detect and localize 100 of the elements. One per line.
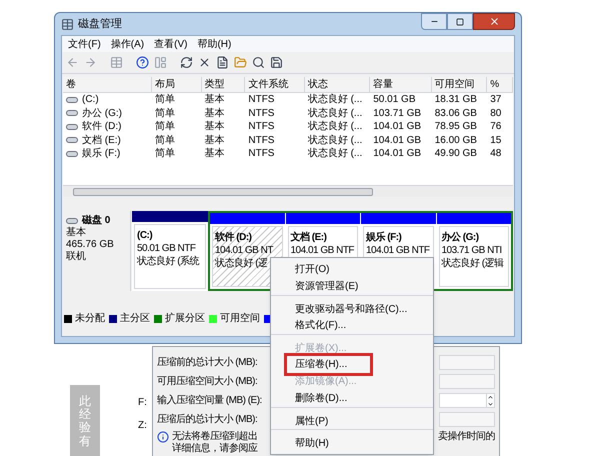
text-fragment: Z: xyxy=(138,419,147,433)
refresh-icon[interactable] xyxy=(180,56,193,69)
table-cell: 状态良好 (... xyxy=(308,134,362,147)
search-icon[interactable] xyxy=(252,56,265,69)
column-header[interactable]: 布局 xyxy=(152,77,202,92)
folder-icon[interactable] xyxy=(234,56,247,69)
disk-status: 联机 xyxy=(66,251,86,263)
delete-icon[interactable] xyxy=(198,56,211,69)
disk-app-icon xyxy=(61,18,74,30)
drive-icon xyxy=(66,124,78,130)
column-header[interactable]: 卷 xyxy=(63,77,152,92)
partition-block[interactable]: 软件 (D:) 104.01 GB NT 状态良好 (逻 xyxy=(210,213,284,289)
table-cell: 基本 xyxy=(204,134,225,147)
table-cell: 状态良好 (... xyxy=(308,120,362,134)
partition-label: 娱乐 (F:) xyxy=(366,231,402,244)
partition-block[interactable]: (C:) 50.01 GB NTF 状态良好 (系统 xyxy=(132,211,208,291)
disk-size: 465.76 GB xyxy=(66,239,114,250)
text-fragment: F: xyxy=(138,396,147,410)
partition-size: 104.01 GB NTF xyxy=(366,244,430,257)
column-header[interactable]: 容量 xyxy=(370,77,432,92)
column-header[interactable]: 文件系统 xyxy=(245,77,305,92)
partition-label: 文档 (E:) xyxy=(290,231,326,244)
table-cell: NTFS xyxy=(248,120,274,134)
table-cell: 软件 (D:) xyxy=(82,120,122,134)
menu-item[interactable]: 操作(A) xyxy=(110,36,144,52)
table-cell: 基本 xyxy=(204,120,225,134)
table-cell: 78.95 GB xyxy=(434,120,477,134)
drive-icon xyxy=(66,218,78,224)
partition-status: 状态良好 (系统 xyxy=(137,255,200,268)
spin-down-icon[interactable] xyxy=(487,400,494,407)
menu-item[interactable]: 删除卷(D)... xyxy=(271,390,433,407)
field-label: 可用压缩空间大小 (MB): xyxy=(157,374,258,389)
partition-label: 软件 (D:) xyxy=(215,231,252,244)
spin-up-icon[interactable] xyxy=(487,394,494,400)
table-cell: NTFS xyxy=(248,147,274,160)
table-cell: 基本 xyxy=(204,147,225,160)
table-cell: 简单 xyxy=(155,93,176,106)
table-cell: (C:) xyxy=(82,93,99,106)
column-header[interactable]: 类型 xyxy=(202,77,246,92)
table-cell: 104.01 GB xyxy=(373,134,422,147)
table-cell: 状态良好 (... xyxy=(308,93,362,106)
partition-label: 办公 (G:) xyxy=(442,231,479,244)
column-header[interactable]: 可用空间 xyxy=(432,77,488,92)
table-cell: 50.01 GB xyxy=(373,93,416,106)
legend-label: 未分配 xyxy=(75,312,105,326)
menu-item[interactable]: 格式化(F)... xyxy=(271,317,433,334)
menu-item[interactable]: 更改驱动器号和路径(C)... xyxy=(271,295,433,317)
info-text: 无法将卷压缩到超出 xyxy=(172,431,258,442)
close-button[interactable] xyxy=(473,13,515,30)
legend-label: 可用空间 xyxy=(220,312,260,326)
column-header[interactable]: 状态 xyxy=(304,77,370,92)
menu-item[interactable]: 帮助(H) xyxy=(271,429,433,451)
table-cell: 基本 xyxy=(204,106,225,120)
disk-type: 基本 xyxy=(66,227,86,239)
table-cell: 娱乐 (F:) xyxy=(82,147,120,160)
table-cell: 18.31 GB xyxy=(434,93,477,106)
menu-item[interactable]: 文件(F) xyxy=(68,36,101,52)
table-cell: NTFS xyxy=(248,106,274,120)
field-label: 输入压缩空间量 (MB) (E): xyxy=(157,394,262,408)
partition-size: 104.01 GB NTF xyxy=(290,244,354,257)
column-header[interactable]: % xyxy=(487,77,513,92)
partition-size: 50.01 GB NTF xyxy=(137,242,196,255)
table-cell: 基本 xyxy=(204,93,225,106)
field-label: 压缩后的总计大小 (MB): xyxy=(157,412,258,427)
menu-item[interactable]: 压缩卷(H)... xyxy=(271,356,433,373)
partition-label: (C:) xyxy=(137,229,152,242)
partition-size: 104.01 GB NT xyxy=(215,244,273,257)
field-label: 压缩前的总计大小 (MB): xyxy=(157,356,258,370)
size-field[interactable] xyxy=(439,393,495,408)
legend-label: 扩展分区 xyxy=(165,312,205,326)
table-cell: 103.71 GB xyxy=(373,106,422,120)
info-icon xyxy=(157,431,169,443)
maximize-icon xyxy=(456,18,464,26)
partition-block[interactable]: 办公 (G:) 103.71 GB NTI 状态良好 (逻辑 xyxy=(436,213,511,289)
table-cell: NTFS xyxy=(248,134,274,147)
menu-item[interactable]: 帮助(H) xyxy=(197,36,232,52)
maximize-button[interactable] xyxy=(447,13,473,30)
table-cell: 80 xyxy=(490,106,502,120)
partition-size: 103.71 GB NTI xyxy=(442,244,502,257)
table-cell: 状态良好 (... xyxy=(308,147,362,160)
table-cell: 简单 xyxy=(155,120,176,134)
disk-name: 磁盘 0 xyxy=(82,215,110,226)
table-cell: 简单 xyxy=(155,134,176,147)
drive-icon xyxy=(66,150,78,157)
table-cell: 15 xyxy=(490,134,502,147)
table-cell: 83.06 GB xyxy=(434,106,477,120)
horizontal-scrollbar[interactable] xyxy=(63,185,513,197)
table-cell: 简单 xyxy=(155,147,176,160)
drive-icon xyxy=(66,96,78,103)
info-text: 卖操作时间的 xyxy=(438,431,495,443)
table-cell: NTFS xyxy=(248,93,274,106)
table-cell: 办公 (G:) xyxy=(82,106,122,120)
menu-item[interactable]: 查看(V) xyxy=(154,36,188,52)
menu-item[interactable]: 属性(P) xyxy=(271,407,433,429)
drive-icon xyxy=(66,137,78,144)
partition-status: 状态良好 (逻 xyxy=(215,257,268,270)
table-cell: 49.90 GB xyxy=(434,147,477,160)
table-cell: 37 xyxy=(490,93,502,106)
help-icon[interactable] xyxy=(136,56,149,69)
properties-icon[interactable] xyxy=(216,56,229,69)
